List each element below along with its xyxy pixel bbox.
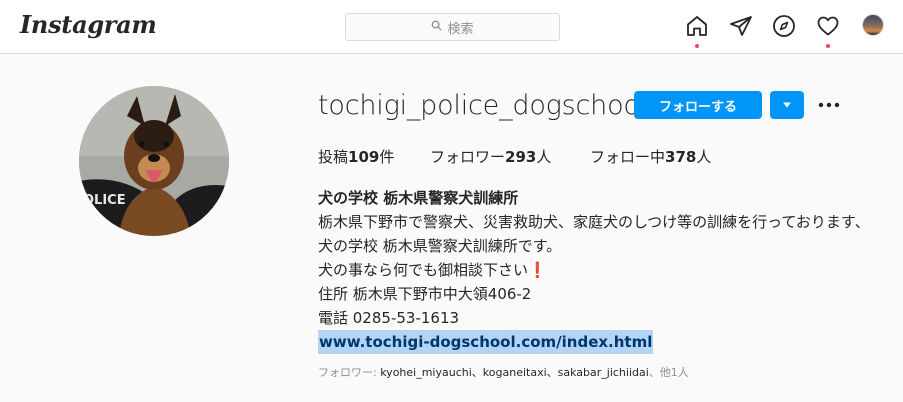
more-options-button[interactable]: [818, 96, 840, 114]
website-link[interactable]: www.tochigi-dogschool.com/index.html: [318, 330, 654, 354]
search-input[interactable]: 検索: [345, 13, 560, 41]
posts-stat: 投稿109件: [318, 148, 395, 166]
following-stat[interactable]: フォロー中378人: [590, 146, 711, 167]
profile-avatar-small[interactable]: [862, 14, 884, 36]
bio-line: 電話 0285-53-1613: [318, 309, 460, 327]
ellipsis-icon: [818, 102, 840, 108]
profile-avatar[interactable]: OLICE: [79, 86, 229, 236]
bio-line: 住所 栃木県下野市中大領406-2: [318, 285, 532, 303]
bio-link-row: www.tochigi-dogschool.com/index.html: [318, 330, 888, 354]
profile-username: tochigi_police_dogschool: [318, 90, 648, 121]
notification-dot: [826, 44, 830, 48]
bio-line: 犬の学校 栃木県警察犬訓練所です。: [318, 237, 562, 255]
direct-icon[interactable]: [729, 14, 753, 38]
top-nav-bar: Instagram 検索: [0, 0, 903, 54]
bio-line: 犬の事なら何でも御相談下さい❗: [318, 261, 547, 279]
instagram-logo[interactable]: Instagram: [20, 10, 157, 39]
follow-button[interactable]: フォローする: [634, 91, 762, 119]
search-placeholder: 検索: [447, 21, 474, 37]
svg-text:OLICE: OLICE: [83, 193, 126, 208]
notification-dot: [695, 44, 699, 48]
followers-stat[interactable]: フォロワー293人: [430, 146, 551, 167]
explore-icon[interactable]: [772, 14, 796, 38]
followed-by-text[interactable]: フォロワー: kyohei_miyauchi、koganeitaxi、sakab…: [318, 364, 689, 380]
exclamation-icon: ❗: [528, 261, 547, 279]
search-icon: [431, 20, 443, 35]
activity-heart-icon[interactable]: [816, 14, 840, 48]
triangle-down-icon: [783, 102, 791, 108]
suggested-accounts-dropdown-button[interactable]: [770, 91, 804, 119]
home-icon[interactable]: [685, 14, 709, 48]
bio-line: 栃木県下野市で警察犬、災害救助犬、家庭犬のしつけ等の訓練を行っております、: [318, 213, 870, 231]
bio-display-name: 犬の学校 栃木県警察犬訓練所: [318, 189, 519, 207]
followed-by-names: kyohei_miyauchi、koganeitaxi、sakabar_jich…: [380, 366, 649, 379]
profile-bio: 犬の学校 栃木県警察犬訓練所 栃木県下野市で警察犬、災害救助犬、家庭犬のしつけ等…: [318, 186, 888, 354]
